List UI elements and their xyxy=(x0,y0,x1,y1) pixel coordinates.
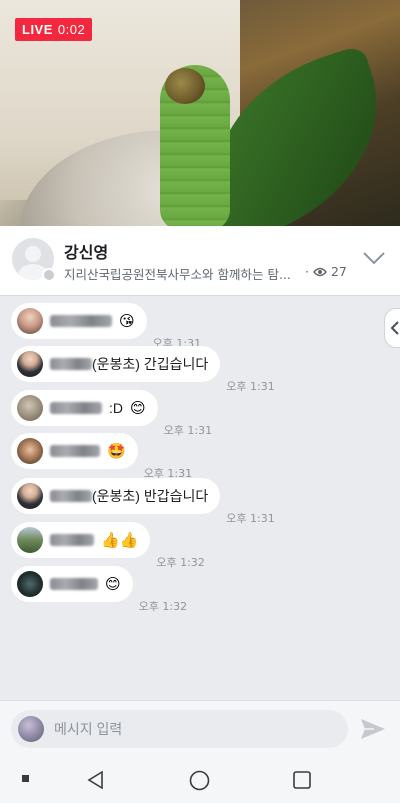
message-text: (운봉초) 간깁습니다 xyxy=(92,356,209,372)
chat-bubble: 😊 xyxy=(11,566,133,602)
blurred-author-name xyxy=(50,402,102,414)
system-navigation-bar xyxy=(0,756,400,803)
message-emoji: 😊 xyxy=(105,574,121,593)
message-emoji: 😊 xyxy=(130,398,146,417)
message-emoji: 🤩 xyxy=(107,441,126,460)
chat-bubble: 👍👍 xyxy=(11,522,151,558)
message-emoji: 😘 xyxy=(119,311,135,330)
broadcaster-name[interactable]: 강신영 xyxy=(64,239,108,263)
user-avatar xyxy=(17,308,43,334)
message-text: :D xyxy=(109,400,123,416)
chat-bubble: (운봉초) 간깁습니다 xyxy=(11,346,221,382)
chat-bubble: 😘 xyxy=(11,303,147,339)
chat-message[interactable]: 😘 오후 1:31 xyxy=(11,303,201,350)
blurred-author-name xyxy=(50,445,100,457)
message-time: 오후 1:31 xyxy=(226,512,275,525)
chat-bubble: (운봉초) 반갑습니다 xyxy=(11,478,221,514)
side-panel-toggle[interactable] xyxy=(384,308,400,348)
chevron-down-icon[interactable] xyxy=(362,250,386,266)
chat-message[interactable]: (운봉초) 간깁습니다 오후 1:31 xyxy=(11,346,275,393)
view-count-value: 27 xyxy=(330,264,347,279)
view-count: · 27 xyxy=(305,264,347,279)
blurred-author-name xyxy=(50,534,94,546)
message-time: 오후 1:32 xyxy=(138,600,188,613)
user-avatar xyxy=(17,351,43,377)
message-input[interactable] xyxy=(54,721,334,737)
message-emoji: 👍👍 xyxy=(101,530,139,549)
message-text: (운봉초) 반갑습니다 xyxy=(92,488,209,504)
live-label: LIVE xyxy=(22,22,53,37)
chat-message[interactable]: 🤩 오후 1:31 xyxy=(11,433,192,480)
recents-icon[interactable] xyxy=(292,770,312,790)
blurred-author-name xyxy=(50,578,98,590)
back-icon[interactable] xyxy=(86,770,106,790)
chat-message[interactable]: 👍👍 오후 1:32 xyxy=(11,522,205,569)
broadcast-subtitle: 지리산국립공원전북사무소와 함께하는 탐... xyxy=(64,267,291,282)
message-time: 오후 1:31 xyxy=(226,380,275,393)
eye-icon xyxy=(313,267,327,276)
avatar-badge-icon xyxy=(42,268,56,282)
broadcaster-header: 강신영 지리산국립공원전북사무소와 함께하는 탐... · 27 xyxy=(0,226,400,296)
chevron-left-icon xyxy=(390,321,399,335)
user-avatar xyxy=(17,483,43,509)
chat-message[interactable]: :D 😊 오후 1:31 xyxy=(11,390,212,437)
blurred-author-name xyxy=(50,490,92,502)
chat-bubble: :D 😊 xyxy=(11,390,158,426)
chat-message[interactable]: 😊 오후 1:32 xyxy=(11,566,187,613)
live-video[interactable]: LIVE 0:02 xyxy=(0,0,400,226)
video-caterpillar-head xyxy=(165,68,205,104)
message-field[interactable] xyxy=(11,710,348,748)
blurred-author-name xyxy=(50,358,92,370)
message-composer xyxy=(0,700,400,756)
user-avatar xyxy=(17,438,43,464)
blurred-author-name xyxy=(50,315,112,327)
send-icon[interactable] xyxy=(360,717,386,741)
user-avatar xyxy=(17,527,43,553)
my-avatar xyxy=(18,716,44,742)
live-badge: LIVE 0:02 xyxy=(15,18,93,41)
chat-message[interactable]: (운봉초) 반갑습니다 오후 1:31 xyxy=(11,478,275,525)
user-avatar xyxy=(17,571,43,597)
user-avatar xyxy=(17,395,43,421)
chat-bubble: 🤩 xyxy=(11,433,138,469)
home-icon[interactable] xyxy=(189,770,210,791)
square-dot-icon[interactable] xyxy=(21,774,31,784)
live-timer: 0:02 xyxy=(57,22,86,37)
